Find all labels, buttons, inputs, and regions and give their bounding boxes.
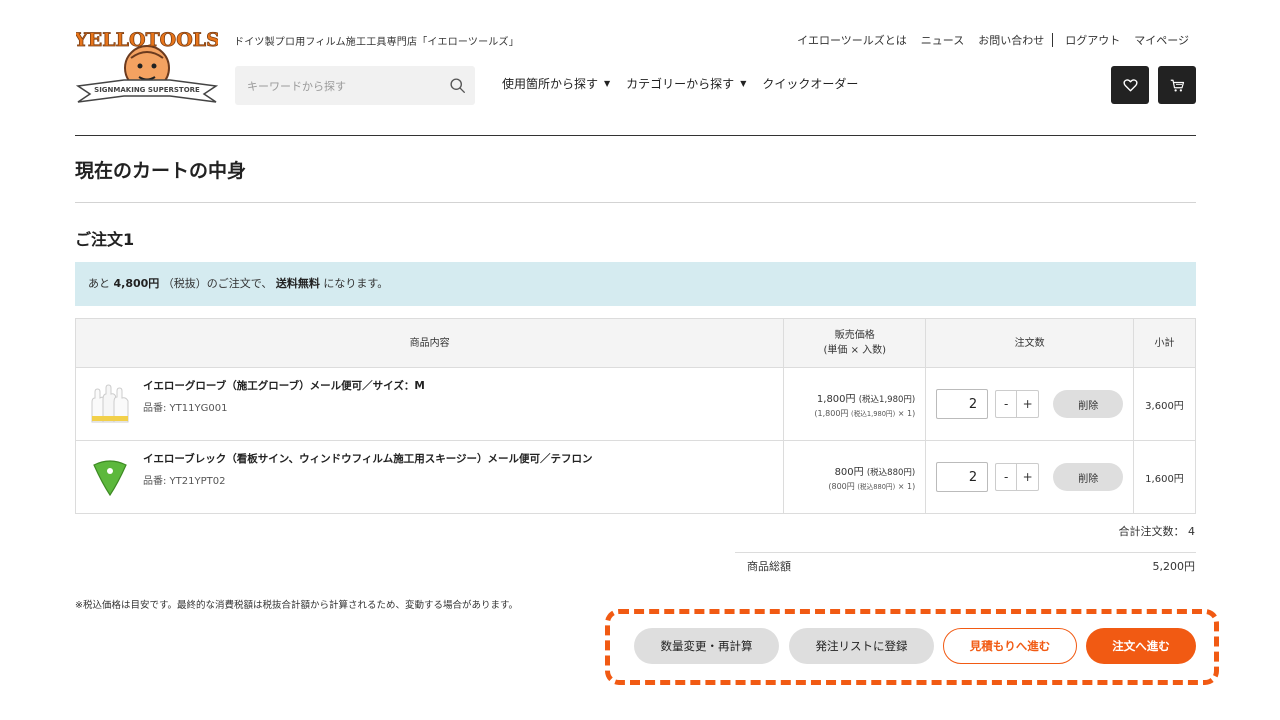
cart-icon — [1170, 79, 1184, 91]
recalculate-button[interactable]: 数量変更・再計算 — [634, 628, 779, 664]
price-breakdown-value: (800円 — [828, 481, 855, 491]
quantity-increment-button[interactable]: + — [1017, 463, 1040, 491]
table-header-row: 商品内容 販売価格 (単価 × 入数) 注文数 小計 — [74, 318, 1196, 368]
price-breakdown-tax: (税込1,980円) — [850, 409, 896, 418]
header-qty: 注文数 — [925, 318, 1134, 368]
table-row: イエローグローブ（施工グローブ）メール便可／サイズ：M 品番: YT11YG00… — [74, 367, 1196, 441]
total-divider — [735, 552, 1196, 553]
price-breakdown: (800円 (税込880円) × 1) — [784, 481, 915, 492]
subtotal-cell: 3,600円 — [1133, 367, 1196, 441]
tax-note: ※税込価格は目安です。最終的な消費税額は税抜合計額から計算されるため、変動する場… — [75, 600, 519, 611]
global-nav: 使用箇所から探す ▼ カテゴリーから探す ▼ クイックオーダー — [502, 75, 858, 92]
price-cell: 1,800円 (税込1,980円) (1,800円 (税込1,980円) × 1… — [783, 367, 927, 441]
notice-mid: （税抜）のご注文で、 — [162, 277, 273, 290]
quantity-increment-button[interactable]: + — [1017, 390, 1040, 418]
unit-price-tax: (税込1,980円) — [858, 394, 916, 405]
quantity-input[interactable] — [936, 462, 989, 492]
notice-prefix: あと — [88, 277, 110, 290]
checkout-button[interactable]: 注文へ進む — [1086, 628, 1196, 664]
heart-icon — [1122, 78, 1138, 91]
link-logout[interactable]: ログアウト — [1065, 32, 1120, 48]
header-price-line1: 販売価格 — [834, 330, 875, 341]
delete-button[interactable]: 削除 — [1053, 463, 1124, 491]
nav-label: クイックオーダー — [762, 77, 859, 91]
cart-table: 商品内容 販売価格 (単価 × 入数) 注文数 小計 イエローグローブ（施工グロ… — [74, 318, 1196, 514]
nav-label: 使用箇所から探す — [502, 77, 599, 91]
link-about[interactable]: イエローツールズとは — [797, 32, 907, 48]
product-name[interactable]: イエローブレック（看板サイン、ウィンドウフィルム施工用スキージー）メール便可／テ… — [143, 451, 593, 466]
search-input[interactable] — [247, 76, 437, 96]
search-icon[interactable] — [449, 77, 466, 94]
total-quantity-value: 4 — [1188, 525, 1195, 538]
svg-text:SIGNMAKING SUPERSTORE: SIGNMAKING SUPERSTORE — [94, 86, 200, 94]
subtotal-cell: 1,600円 — [1133, 440, 1196, 514]
divider — [1052, 33, 1054, 47]
table-row: イエローブレック（看板サイン、ウィンドウフィルム施工用スキージー）メール便可／テ… — [74, 440, 1196, 514]
free-shipping-notice: あと 4,800円 （税抜）のご注文で、 送料無料 になります。 — [75, 262, 1196, 306]
price-breakdown-tax: (税込880円) — [857, 482, 896, 491]
quantity-input[interactable] — [936, 389, 989, 419]
notice-emphasis: 送料無料 — [275, 277, 320, 290]
cart-button[interactable] — [1158, 66, 1196, 104]
unit-price-value: 800円 — [834, 466, 864, 478]
title-divider — [75, 202, 1196, 203]
header-product: 商品内容 — [74, 318, 785, 368]
total-amount-label: 商品総額 — [747, 560, 791, 573]
link-news[interactable]: ニュース — [921, 32, 964, 48]
site-logo[interactable]: SIGNMAKING SUPERSTORE YELLOTOOLS — [73, 24, 220, 108]
price-breakdown-mult: × 1) — [897, 408, 916, 418]
page-title: 現在のカートの中身 — [75, 160, 247, 182]
product-code: 品番: YT11YG001 — [143, 403, 228, 414]
nav-quick-order[interactable]: クイックオーダー — [762, 75, 858, 92]
header-divider — [75, 135, 1196, 136]
caret-down-icon: ▼ — [740, 79, 747, 88]
svg-text:YELLOTOOLS: YELLOTOOLS — [76, 29, 218, 51]
product-name[interactable]: イエローグローブ（施工グローブ）メール便可／サイズ：M — [143, 378, 425, 393]
unit-price-tax: (税込880円) — [866, 467, 916, 478]
squeegee-icon[interactable] — [88, 455, 132, 499]
price-breakdown-mult: × 1) — [897, 481, 916, 491]
quantity-decrement-button[interactable]: - — [995, 390, 1018, 418]
link-contact[interactable]: お問い合わせ — [978, 32, 1044, 48]
total-amount-value: 5,200円 — [1152, 560, 1196, 573]
add-to-order-list-button[interactable]: 発注リストに登録 — [789, 628, 934, 664]
nav-by-category[interactable]: カテゴリーから探す ▼ — [626, 75, 746, 92]
notice-suffix: になります。 — [323, 277, 389, 290]
utility-nav: イエローツールズとは ニュース お問い合わせ ログアウト マイページ — [783, 32, 1189, 48]
qty-cell: - + 削除 — [925, 367, 1134, 441]
product-code: 品番: YT21YPT02 — [143, 476, 226, 487]
site-tagline: ドイツ製プロ用フィルム施工工具専門店「イエローツールズ」 — [234, 37, 519, 48]
nav-label: カテゴリーから探す — [626, 77, 735, 91]
header-price-line2: (単価 × 入数) — [823, 345, 887, 356]
price-breakdown-value: (1,800円 — [814, 408, 849, 418]
quote-button[interactable]: 見積もりへ進む — [943, 628, 1077, 664]
header-subtotal: 小計 — [1133, 318, 1196, 368]
quantity-decrement-button[interactable]: - — [995, 463, 1018, 491]
total-quantity-label: 合計注文数： — [1118, 525, 1185, 538]
total-quantity: 合計注文数： 4 — [1119, 523, 1196, 539]
price-cell: 800円 (税込880円) (800円 (税込880円) × 1) — [783, 440, 927, 514]
delete-button[interactable]: 削除 — [1053, 390, 1124, 418]
unit-price-value: 1,800円 — [816, 393, 856, 405]
unit-price: 1,800円 (税込1,980円) — [784, 390, 915, 405]
gloves-icon[interactable] — [88, 382, 132, 426]
notice-amount: 4,800円 — [113, 277, 160, 290]
caret-down-icon: ▼ — [604, 79, 611, 88]
header-price: 販売価格 (単価 × 入数) — [783, 318, 927, 368]
product-cell: イエローグローブ（施工グローブ）メール便可／サイズ：M 品番: YT11YG00… — [74, 367, 785, 441]
price-breakdown: (1,800円 (税込1,980円) × 1) — [784, 408, 915, 419]
link-mypage[interactable]: マイページ — [1134, 32, 1189, 48]
order-title: ご注文1 — [75, 230, 135, 249]
product-cell: イエローブレック（看板サイン、ウィンドウフィルム施工用スキージー）メール便可／テ… — [74, 440, 785, 514]
favorites-button[interactable] — [1111, 66, 1149, 104]
qty-cell: - + 削除 — [925, 440, 1134, 514]
nav-by-usage[interactable]: 使用箇所から探す ▼ — [502, 75, 610, 92]
unit-price: 800円 (税込880円) — [784, 463, 916, 478]
search-box — [235, 66, 475, 105]
